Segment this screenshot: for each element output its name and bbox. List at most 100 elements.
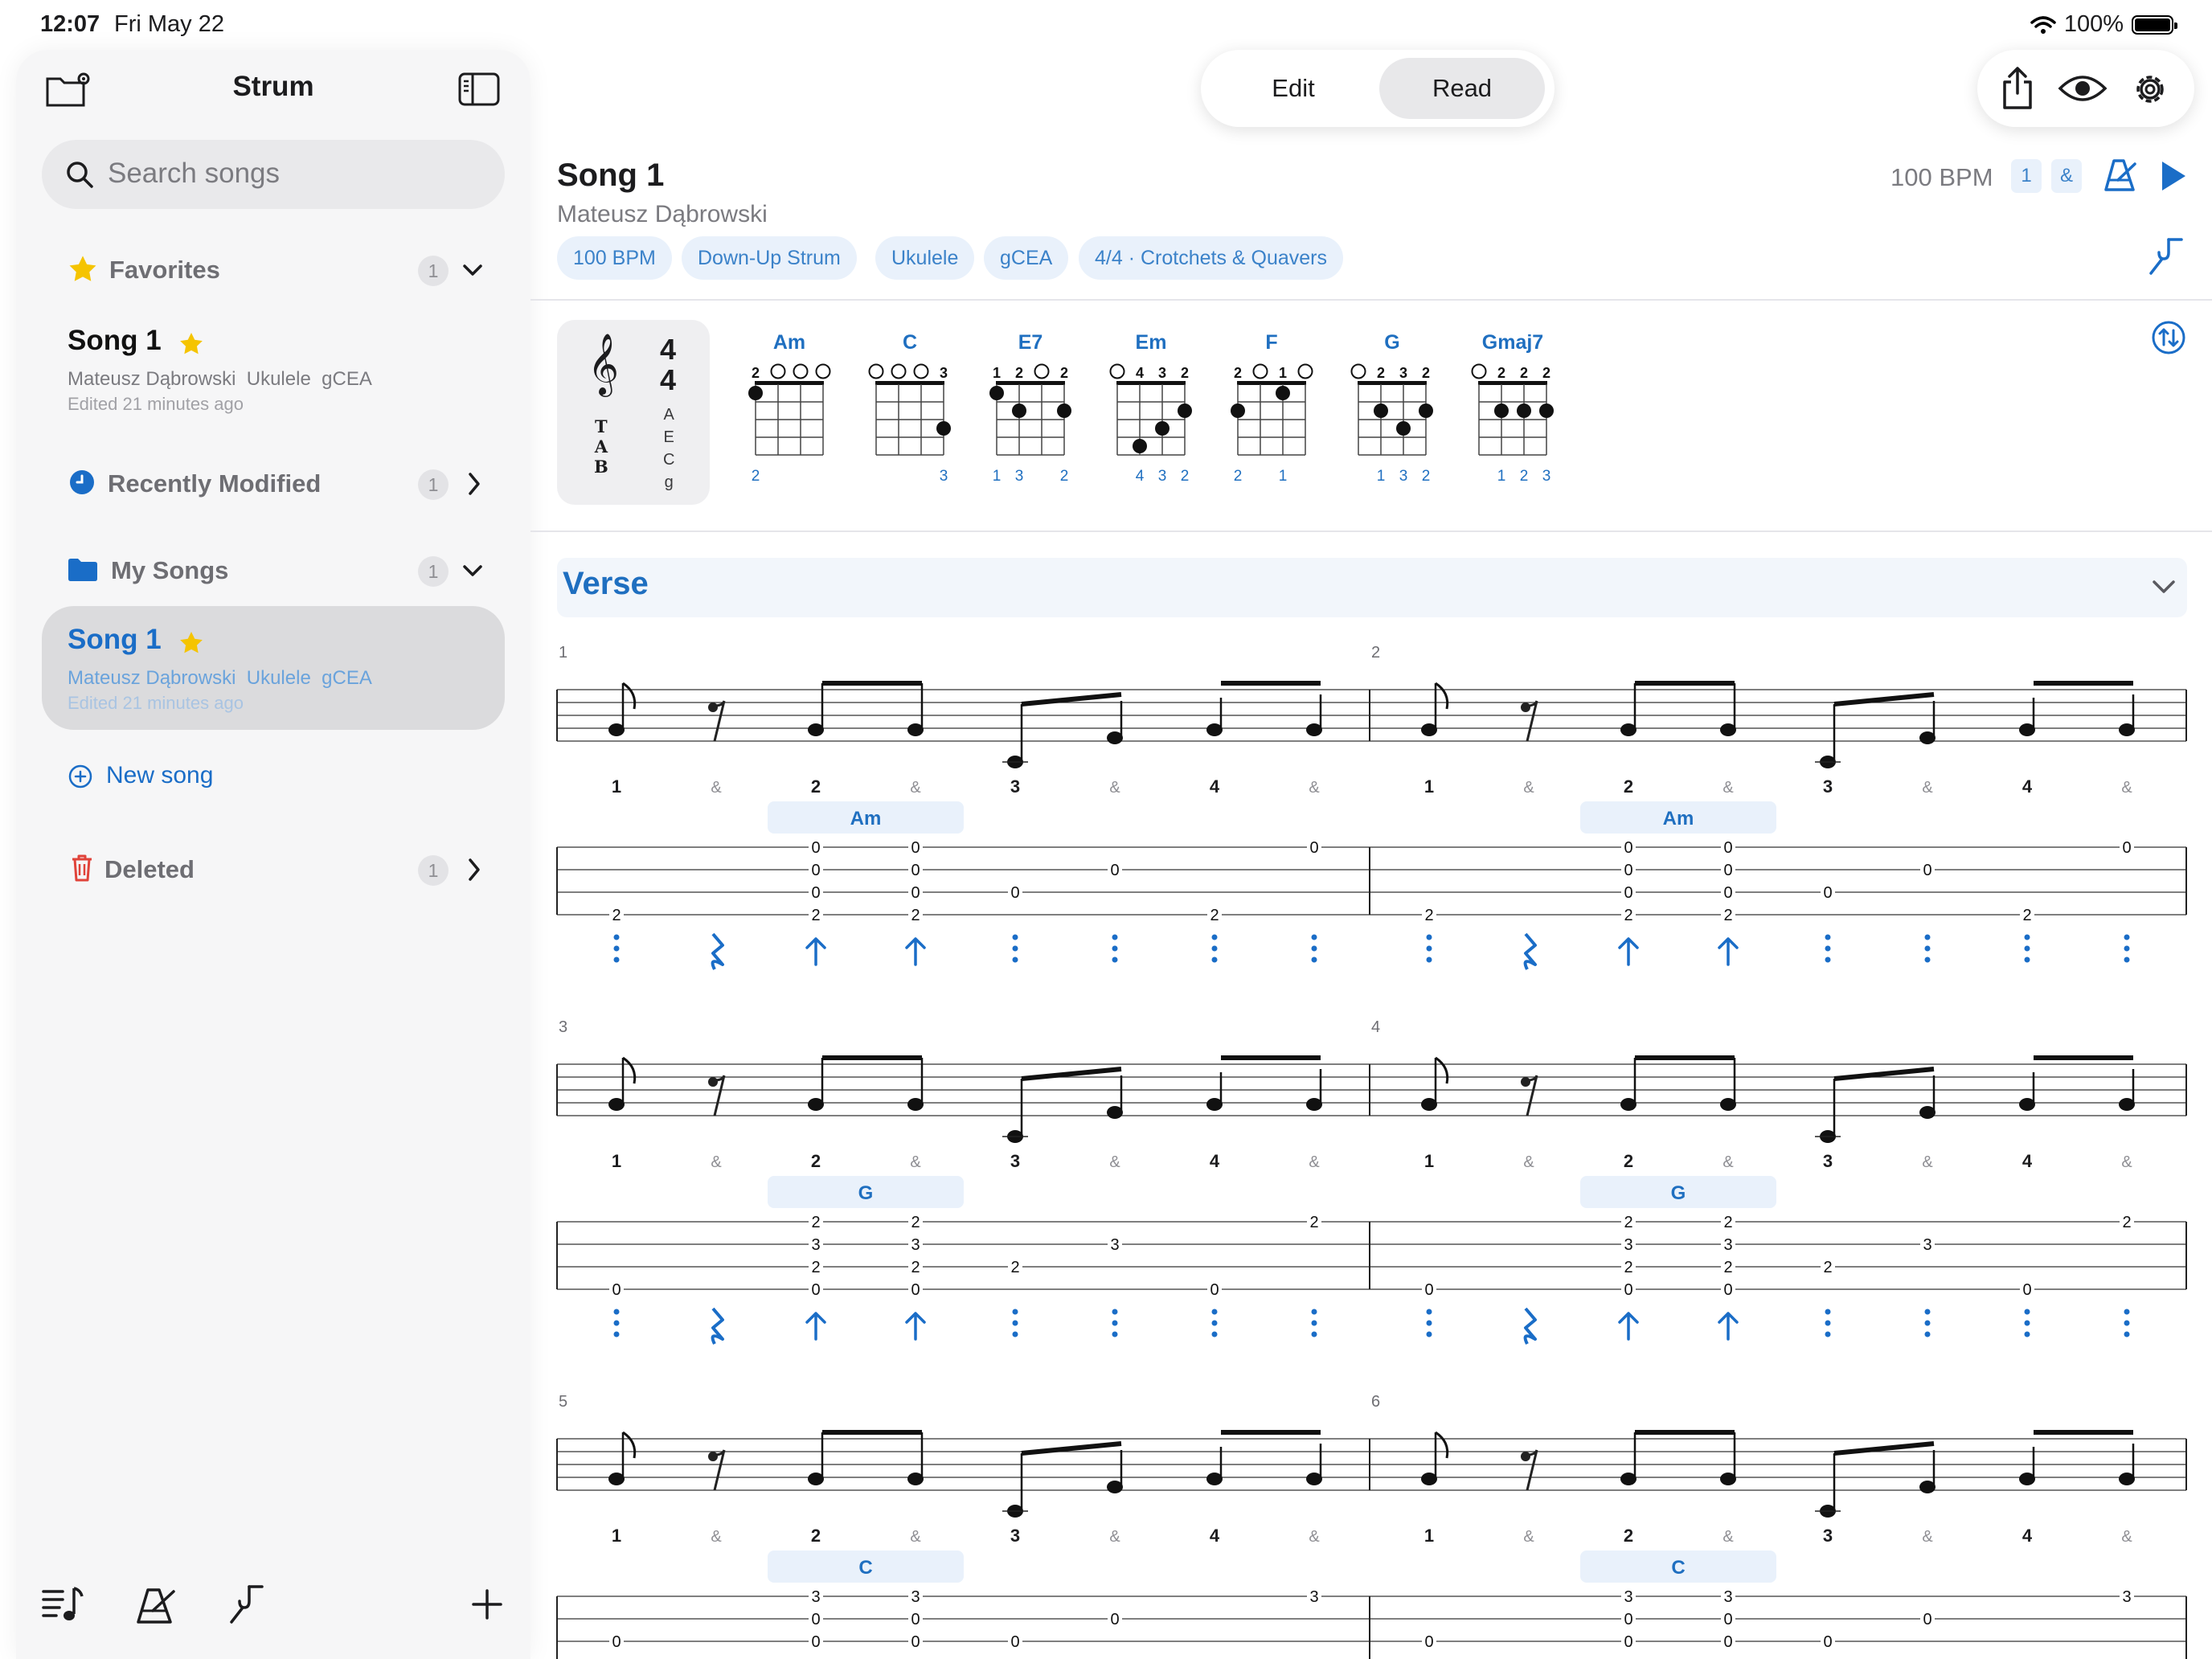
add-icon[interactable] [471,1588,503,1620]
tab-number: 3 [1624,1588,1632,1606]
strum-dots [2124,934,2130,940]
new-song-button[interactable]: New song [68,759,309,794]
tab-number: 2 [811,1259,820,1276]
chord-c[interactable]: C 3 3 [868,331,952,485]
string-fret-label: 1 [993,365,1001,381]
chord-g[interactable]: G2 3 21 3 2 [1350,331,1434,485]
finger-number: 1 [1279,468,1288,485]
tab-number: 2 [1823,1259,1832,1276]
tab-number: 0 [811,862,820,879]
section-favorites[interactable]: Favorites 1 [68,251,485,291]
tab-number: 2 [1309,1214,1318,1231]
chord-em[interactable]: Em4 3 24 3 2 [1109,331,1193,485]
beat-count: 2 [1624,776,1633,797]
chord-e7[interactable]: E71 2 21 3 2 [989,331,1071,485]
chord-gmaj7[interactable]: Gmaj72 2 21 2 3 [1471,331,1555,485]
beat-count: 1 [1424,1151,1434,1171]
play-icon[interactable] [2159,159,2188,193]
search-input[interactable]: Search songs [42,140,505,209]
tuning-fork-icon[interactable] [2146,236,2186,276]
song-list-icon[interactable] [42,1585,85,1625]
metronome-icon[interactable] [2103,158,2138,193]
beat-count: 2 [811,776,821,797]
section-recently-modified[interactable]: Recently Modified 1 [68,465,485,505]
tab-number: 0 [811,1611,820,1628]
metronome-icon[interactable] [135,1587,178,1625]
finger-dot [1012,403,1026,418]
strum-rest [711,1307,724,1345]
chord-f[interactable]: F 2 1 2 1 [1231,331,1313,485]
favorites-count: 1 [418,256,449,286]
share-icon[interactable] [1998,66,2037,111]
beat-count: 1 [1424,1526,1434,1546]
strum-dots [1825,1309,1831,1315]
section-header-verse[interactable] [557,558,2187,617]
tab-number: 2 [1010,1259,1019,1276]
sel-song-edited: Edited 21 minutes ago [68,693,244,713]
favorites-label: Favorites [109,256,220,284]
beat-count: & [1309,779,1320,797]
strum-up-arrow [805,1312,826,1341]
tab-number: 0 [911,1281,920,1299]
chip-time-signature[interactable]: 4/4 · Crotchets & Quavers [1079,236,1344,280]
list-item-selected-song[interactable]: Song 1 Mateusz Dąbrowski Ukulele gCEA Ed… [42,606,505,730]
swap-icon[interactable] [2151,320,2186,355]
tab-number: 0 [1424,1633,1433,1651]
time-signature-panel[interactable]: 𝄞 4 4 TAB AECg [557,320,710,505]
strum-dots [1426,1320,1432,1326]
string-fret-label: 1 [1279,365,1287,381]
string-fret-label: 2 [1060,365,1068,381]
strum-dots [1426,1331,1432,1337]
treble-clef-icon: 𝄞 [588,333,620,395]
tab-number: 0 [1424,1281,1433,1299]
strum-dots [1825,945,1831,952]
beat-count: & [1722,1528,1734,1546]
open-string-marker [793,363,809,379]
string-fret-label: 2 [1542,365,1550,381]
chord-name: Em [1136,331,1167,354]
tab-number: 0 [1624,1633,1632,1651]
tuning-fork-icon[interactable] [227,1583,267,1625]
strum-dots [1211,1309,1218,1315]
tab-number: 2 [1624,1214,1632,1231]
chip-instrument[interactable]: Ukulele [875,236,975,280]
chip-tuning[interactable]: gCEA [984,236,1069,280]
chip-bpm[interactable]: 100 BPM [557,236,672,280]
chord-name: G [1384,331,1399,354]
chord-nut [1478,381,1547,385]
count-badge-1[interactable]: 1 [2011,159,2042,193]
eye-icon[interactable] [2058,71,2108,106]
tab-number: 0 [911,1611,920,1628]
tab-edit[interactable]: Edit [1210,58,1376,119]
strum-dots [613,1309,620,1315]
strum-dots [2024,945,2030,952]
new-song-label: New song [106,762,214,789]
tab-number: 2 [1723,1214,1732,1231]
strum-dots [1012,934,1018,940]
finger-dot [1155,421,1169,436]
list-item-fav-song[interactable]: Song 1 Mateusz Dąbrowski Ukulele gCEA Ed… [68,323,502,420]
status-date: Fri May 22 [114,11,224,37]
chip-strum[interactable]: Down-Up Strum [682,236,857,280]
tab-number: 2 [1723,907,1732,924]
tab-read[interactable]: Read [1379,58,1545,119]
tab-number: 2 [911,1214,920,1231]
strum-dots [2024,956,2030,963]
finger-number: 2 [1422,468,1431,485]
note-flag [622,682,637,710]
section-my-songs[interactable]: My Songs 1 [68,551,485,592]
strum-dots [2124,956,2130,963]
open-string-marker [815,363,831,379]
tab-number: 3 [1309,1588,1318,1606]
divider [530,530,2212,532]
strum-dots [1012,1320,1018,1326]
count-badge-and[interactable]: & [2051,159,2082,193]
beat-count: 1 [612,776,621,797]
section-deleted[interactable]: Deleted 1 [68,850,485,891]
chord-am[interactable]: Am 2 2 [748,331,831,485]
chevron-down-icon[interactable] [2151,577,2177,598]
chord-name: Am [773,331,805,354]
sidebar-toggle-icon[interactable] [458,72,500,106]
gear-icon[interactable] [2130,69,2170,109]
finger-dot [1494,403,1509,418]
